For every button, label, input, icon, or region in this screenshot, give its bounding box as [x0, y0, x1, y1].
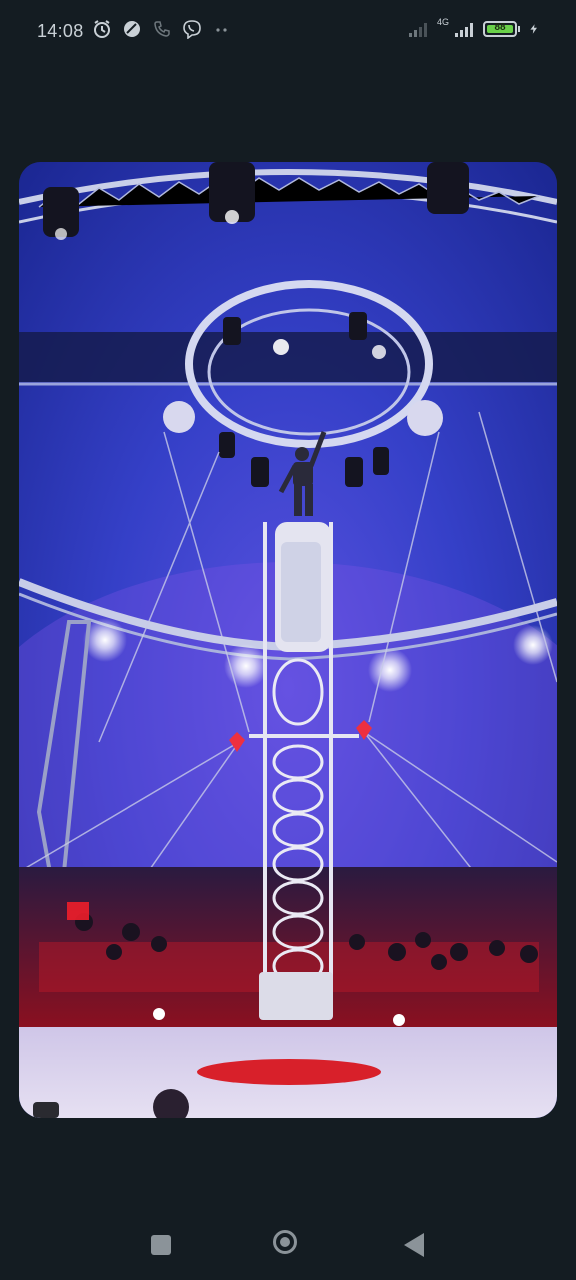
battery-group: 88: [483, 21, 520, 37]
battery-icon: 88: [483, 21, 517, 37]
status-bar: 14:08 4G 88: [0, 0, 576, 64]
status-icons-left: [92, 19, 232, 39]
dnd-icon: [124, 21, 140, 37]
status-icons-right: 4G 88: [405, 17, 540, 39]
alarm-icon: [94, 20, 110, 38]
screen: 14:08 4G 88: [0, 0, 576, 1280]
network-label: 4G: [436, 17, 449, 27]
signal-4g-icon: [455, 23, 473, 37]
more-dots-icon: [216, 28, 227, 32]
back-button[interactable]: [404, 1233, 424, 1257]
home-button[interactable]: [273, 1230, 297, 1254]
phone-icon: [154, 21, 170, 37]
battery-level: 88: [494, 22, 506, 33]
signal-weak-icon: [408, 23, 427, 37]
viber-icon: [183, 20, 201, 39]
circus-photo[interactable]: [19, 162, 557, 1118]
recents-button[interactable]: [151, 1235, 171, 1255]
charging-icon: [530, 24, 537, 34]
status-time: 14:08: [37, 21, 84, 41]
circus-scene: [19, 162, 557, 1118]
battery-cap: [518, 26, 520, 32]
